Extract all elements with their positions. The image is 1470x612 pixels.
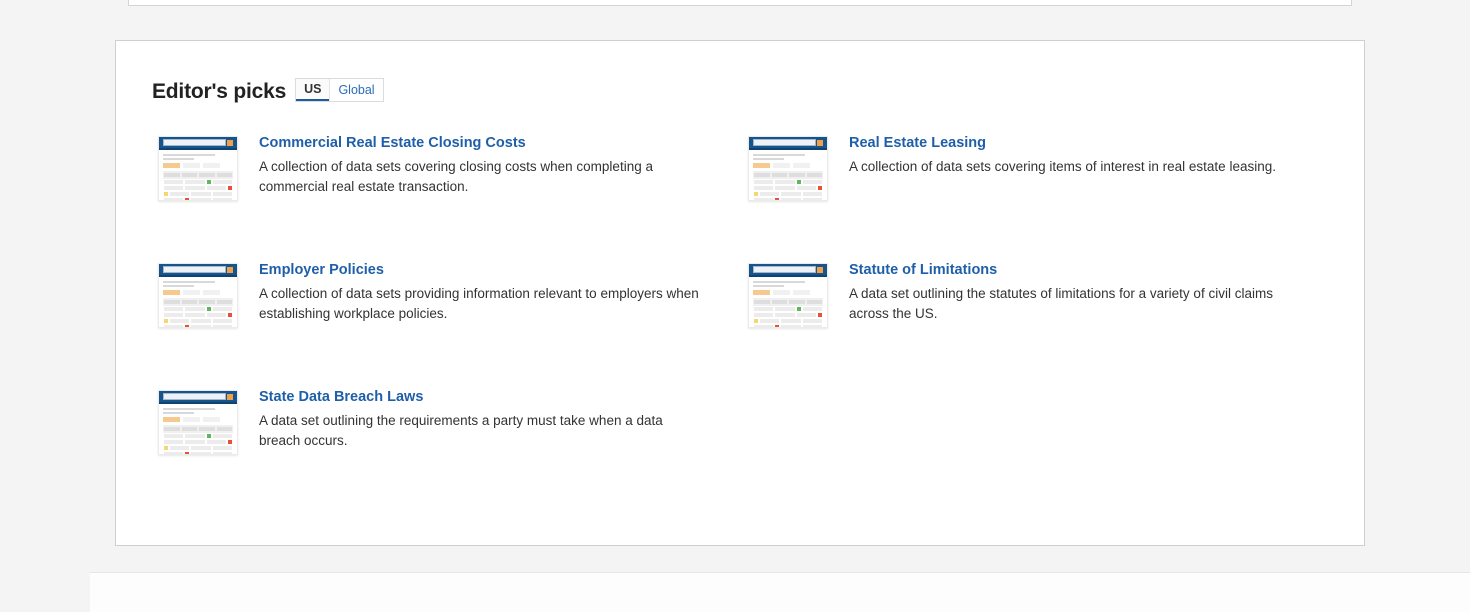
data-table-thumbnail-icon[interactable] (158, 263, 238, 328)
card-title-link[interactable]: Employer Policies (259, 262, 384, 278)
pick-card[interactable]: State Data Breach Laws A data set outlin… (158, 388, 748, 515)
card-text: Real Estate Leasing A collection of data… (849, 134, 1289, 261)
data-table-thumbnail-icon[interactable] (158, 390, 238, 455)
thumb-search-box (163, 266, 226, 273)
data-table-thumbnail-icon[interactable] (158, 136, 238, 201)
card-text: Statute of Limitations A data set outlin… (849, 261, 1289, 388)
editors-picks-panel: Editor's picks US Global (115, 40, 1365, 546)
data-table-thumbnail-icon[interactable] (748, 136, 828, 201)
thumb-search-button (817, 267, 823, 273)
thumb-search-button (227, 140, 233, 146)
card-title-link[interactable]: State Data Breach Laws (259, 389, 423, 405)
thumb-header-bar (159, 264, 237, 277)
thumb-header-bar (749, 264, 827, 277)
card-text: Employer Policies A collection of data s… (259, 261, 699, 388)
pick-card[interactable]: Real Estate Leasing A collection of data… (748, 134, 1338, 261)
thumb-search-button (227, 394, 233, 400)
thumb-body (749, 277, 827, 328)
thumb-header-bar (159, 137, 237, 150)
card-description: A collection of data sets providing info… (259, 284, 699, 324)
previous-section-panel (128, 0, 1352, 6)
card-text: Commercial Real Estate Closing Costs A c… (259, 134, 699, 261)
thumb-search-button (227, 267, 233, 273)
thumb-body (159, 150, 237, 201)
card-description: A collection of data sets covering items… (849, 157, 1289, 177)
thumb-search-box (163, 139, 226, 146)
thumb-search-button (817, 140, 823, 146)
page-title: Editor's picks (152, 81, 286, 103)
thumb-header-bar (749, 137, 827, 150)
tab-us[interactable]: US (296, 79, 329, 101)
editors-picks-grid: Commercial Real Estate Closing Costs A c… (158, 134, 1338, 515)
card-text: State Data Breach Laws A data set outlin… (259, 388, 699, 515)
section-header: Editor's picks US Global (152, 79, 384, 103)
thumb-body (159, 404, 237, 455)
next-section-panel (90, 572, 1470, 612)
data-table-thumbnail-icon[interactable] (748, 263, 828, 328)
card-description: A data set outlining the statutes of lim… (849, 284, 1289, 324)
card-title-link[interactable]: Real Estate Leasing (849, 135, 986, 151)
pick-card[interactable]: Statute of Limitations A data set outlin… (748, 261, 1338, 388)
tab-global[interactable]: Global (329, 79, 382, 101)
card-title-link[interactable]: Commercial Real Estate Closing Costs (259, 135, 526, 151)
card-title-link[interactable]: Statute of Limitations (849, 262, 997, 278)
card-row: Employer Policies A collection of data s… (158, 261, 1338, 388)
scope-tab-group[interactable]: US Global (295, 78, 384, 102)
thumb-search-box (163, 393, 226, 400)
thumb-body (749, 150, 827, 201)
thumb-header-bar (159, 391, 237, 404)
thumb-search-box (753, 266, 816, 273)
card-description: A collection of data sets covering closi… (259, 157, 699, 197)
card-row: Commercial Real Estate Closing Costs A c… (158, 134, 1338, 261)
card-row: State Data Breach Laws A data set outlin… (158, 388, 1338, 515)
pick-card[interactable]: Commercial Real Estate Closing Costs A c… (158, 134, 748, 261)
thumb-search-box (753, 139, 816, 146)
pick-card[interactable]: Employer Policies A collection of data s… (158, 261, 748, 388)
card-description: A data set outlining the requirements a … (259, 411, 699, 451)
thumb-body (159, 277, 237, 328)
